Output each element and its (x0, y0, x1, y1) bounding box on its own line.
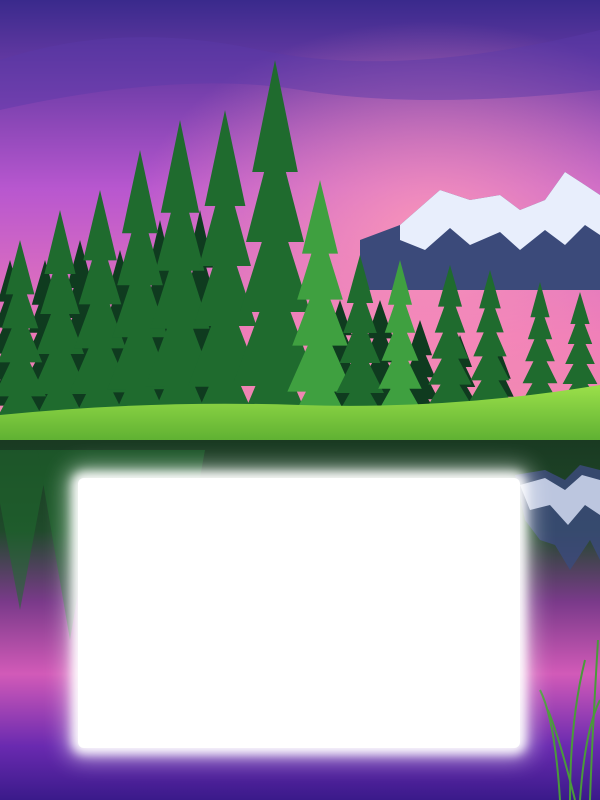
blank-photo-frame (78, 478, 520, 748)
landscape-scene (0, 0, 600, 800)
